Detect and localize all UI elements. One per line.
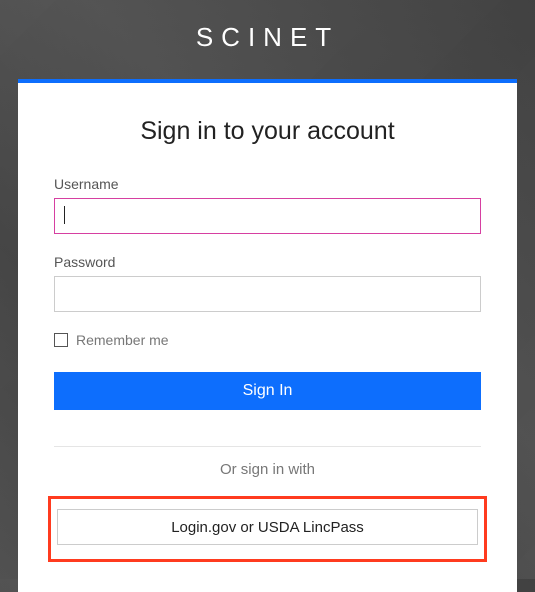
- alt-signin-highlight: Login.gov or USDA LincPass: [48, 496, 487, 562]
- remember-row: Remember me: [54, 332, 481, 348]
- brand-title: SCINET: [0, 0, 535, 79]
- username-input[interactable]: [54, 198, 481, 234]
- remember-checkbox[interactable]: [54, 333, 68, 347]
- login-card: Sign in to your account Username Passwor…: [18, 79, 517, 592]
- username-field-wrap: [54, 198, 481, 234]
- password-field-wrap: [54, 276, 481, 312]
- text-caret: [64, 206, 65, 224]
- password-input[interactable]: [54, 276, 481, 312]
- card-title: Sign in to your account: [54, 117, 481, 146]
- signin-button[interactable]: Sign In: [54, 372, 481, 410]
- remember-label: Remember me: [76, 332, 169, 348]
- alt-signin-divider: Or sign in with: [54, 446, 481, 478]
- username-label: Username: [54, 176, 481, 192]
- login-gov-button[interactable]: Login.gov or USDA LincPass: [57, 509, 478, 545]
- password-label: Password: [54, 254, 481, 270]
